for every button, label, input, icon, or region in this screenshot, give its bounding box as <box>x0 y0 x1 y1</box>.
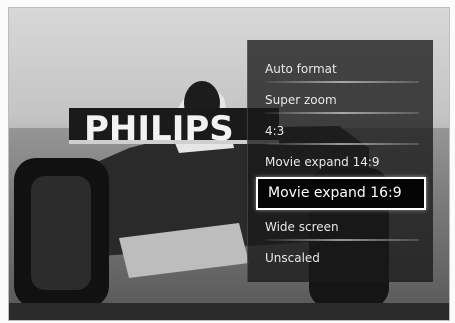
menu-separator <box>265 143 419 145</box>
menu-item-label: Super zoom <box>265 93 337 107</box>
car-logo-text: PHILIPS <box>84 109 234 149</box>
menu-separator <box>265 239 419 241</box>
menu-separator <box>265 112 419 114</box>
menu-item-label: Auto format <box>265 62 337 76</box>
menu-item-label: Movie expand 14:9 <box>265 155 380 169</box>
menu-item-super-zoom[interactable]: Super zoom <box>248 85 433 116</box>
menu-item-auto-format[interactable]: Auto format <box>248 54 433 85</box>
menu-item-label: Unscaled <box>265 251 320 265</box>
menu-item-label: 4:3 <box>265 124 285 138</box>
menu-item-unscaled[interactable]: Unscaled <box>248 243 433 274</box>
menu-item-label: Movie expand 16:9 <box>268 185 402 201</box>
menu-item-4-3[interactable]: 4:3 <box>248 116 433 147</box>
menu-separator <box>265 81 419 83</box>
menu-item-wide-screen[interactable]: Wide screen <box>248 212 433 243</box>
picture-format-menu: Auto format Super zoom 4:3 Movie expand … <box>247 40 433 282</box>
menu-item-label: Wide screen <box>265 220 339 234</box>
menu-item-movie-expand-16-9[interactable]: Movie expand 16:9 <box>256 177 426 210</box>
menu-item-movie-expand-14-9[interactable]: Movie expand 14:9 <box>248 147 433 178</box>
tv-screen: PHILIPS Auto format Super zoom 4:3 Movie… <box>0 0 455 323</box>
